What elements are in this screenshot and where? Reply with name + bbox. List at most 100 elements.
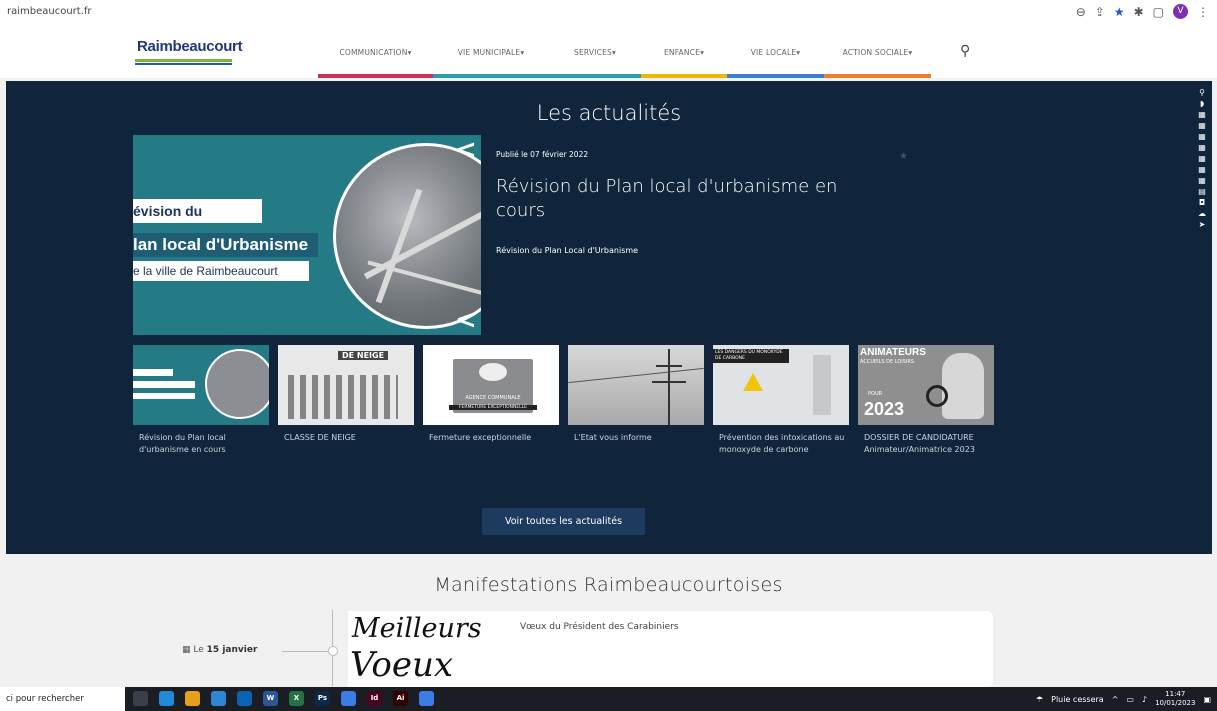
side-toolbar: ⚲ ◗ ▦ ▦ ▦ ▦ ▦ ▦ ▦ ▤ ◘ ☁ ➤ [1195, 88, 1209, 230]
event-date-value: 15 janvier [206, 645, 258, 655]
network-icon[interactable]: ▭ [1126, 695, 1134, 704]
site-logo[interactable]: Raimbeaucourt [135, 34, 243, 66]
search-icon[interactable]: ⚲ [960, 43, 970, 59]
taskbar-app-icon[interactable] [237, 691, 252, 706]
news-item-caption: Prévention des intoxications au monoxyde… [719, 433, 845, 454]
news-item-image-text: DE NEIGE [338, 351, 389, 360]
calendar-icon[interactable]: ▦ [1195, 165, 1209, 175]
taskbar-app-icon[interactable] [211, 691, 226, 706]
site-header: Raimbeaucourt COMMUNICATION ▾ VIE MUNICIP… [0, 26, 1217, 78]
volume-icon[interactable]: ♪ [1142, 695, 1147, 704]
caret-down-icon: ▾ [407, 47, 412, 57]
taskbar-app-icon[interactable]: Id [367, 691, 382, 706]
timeline-dot [328, 646, 338, 656]
menu-dots-icon[interactable]: ⋮ [1197, 5, 1209, 19]
share-icon[interactable]: ⇪ [1095, 5, 1105, 19]
taskbar-app-icon[interactable] [341, 691, 356, 706]
clock[interactable]: 11:47 10/01/2023 [1155, 690, 1195, 708]
taskbar-app-icon[interactable] [133, 691, 148, 706]
taskbar-app-icon[interactable]: W [263, 691, 278, 706]
taskbar-app-icon[interactable] [185, 691, 200, 706]
search-icon[interactable]: ⚲ [1195, 88, 1209, 98]
nav-item[interactable]: ENFANCE ▾ [641, 26, 727, 78]
taskbar-app-icon[interactable]: Ps [315, 691, 330, 706]
nav-item-label: ENFANCE [663, 47, 701, 57]
zoom-icon[interactable]: ⊖ [1076, 5, 1086, 19]
nav-item-label: VIE LOCALE [750, 47, 797, 57]
weather-icon[interactable]: ☂ [1036, 695, 1043, 704]
logo-blue-stripe [135, 63, 232, 65]
nav-item-label: ACTION SOCIALE [842, 47, 909, 57]
aerial-photo [333, 143, 481, 329]
nav-item[interactable]: SERVICES ▾ [549, 26, 641, 78]
logo-green-stripe [135, 59, 232, 62]
browser-actions: ⊖ ⇪ ★ ✱ ▢ V ⋮ [1076, 4, 1209, 19]
news-item[interactable]: LES DANGERS DU MONOXYDE DE CARBONE Préve… [713, 345, 849, 456]
nav-item[interactable]: COMMUNICATION ▾ [318, 26, 433, 78]
address-bar[interactable]: raimbeaucourt.fr [7, 6, 92, 17]
featured-image-line3: e la ville de Raimbeaucourt [133, 261, 309, 281]
calendar-icon[interactable]: ▦ [1195, 176, 1209, 186]
nav-item[interactable]: VIE LOCALE ▾ [727, 26, 824, 78]
calendar-icon[interactable]: ▦ [1195, 110, 1209, 120]
taskbar-app-icon[interactable]: X [289, 691, 304, 706]
nav-item[interactable]: VIE MUNICIPALE ▾ [433, 26, 549, 78]
cloud-icon[interactable]: ☁ [1195, 209, 1209, 219]
nav-item-label: SERVICES [574, 47, 612, 57]
news-item-image: AGENCE COMMUNALE FERMETURE EXCEPTIONNELL… [423, 345, 559, 425]
caret-down-icon: ▾ [520, 47, 525, 57]
news-item[interactable]: Révision du Plan local d'urbanisme en co… [133, 345, 269, 456]
news-item[interactable]: DE NEIGE CLASSE DE NEIGE [278, 345, 414, 444]
sidepanel-icon[interactable]: ▢ [1153, 5, 1164, 19]
nav-item-color-bar [433, 74, 549, 78]
news-item-image-text: 2023 [864, 399, 905, 419]
notification-icon[interactable]: ▣ [1203, 695, 1211, 704]
bookmark-star-icon[interactable]: ★ [1114, 5, 1125, 19]
news-item-image [568, 345, 704, 425]
taskbar-search-input[interactable]: ci pour rechercher [0, 687, 125, 711]
news-item[interactable]: L'Etat vous informe [568, 345, 704, 444]
chevron-up-icon[interactable]: ^ [1112, 695, 1119, 704]
news-item-caption: Fermeture exceptionnelle [429, 433, 532, 442]
clock-date: 10/01/2023 [1155, 699, 1196, 707]
calendar-icon[interactable]: ▦ [1195, 121, 1209, 131]
send-icon[interactable]: ➤ [1195, 220, 1209, 230]
news-title: Les actualités [536, 101, 682, 125]
document-icon[interactable]: ▤ [1195, 187, 1209, 197]
chevron-decoration: < [455, 305, 477, 335]
taskbar-app-icon[interactable]: Ai [393, 691, 408, 706]
weather-text[interactable]: Pluie cessera [1051, 695, 1104, 704]
featured-summary: Révision du Plan Local d'Urbanisme [496, 246, 639, 255]
news-item-caption: Révision du Plan local d'urbanisme en co… [139, 433, 226, 454]
calendar-icon[interactable]: ▦ [1195, 154, 1209, 164]
rss-icon[interactable]: ◗ [1195, 99, 1209, 109]
nav-item[interactable]: ACTION SOCIALE ▾ [824, 26, 931, 78]
nav-item-color-bar [824, 74, 931, 78]
news-item-image-text: AGENCE COMMUNALE [465, 395, 521, 401]
taskbar-apps: W X Ps Id Ai [133, 691, 434, 706]
news-item[interactable]: ANIMATEURS ACCUEILS DE LOISIRS POUR 2023… [858, 345, 994, 456]
featured-headline[interactable]: Révision du Plan local d'urbanisme en co… [496, 175, 886, 223]
nav-item-label: VIE MUNICIPALE [457, 47, 521, 57]
view-all-news-button[interactable]: Voir toutes les actualités [482, 508, 645, 535]
event-card[interactable]: Meilleurs Voeux Vœux du Président des Ca… [348, 611, 993, 687]
profile-avatar[interactable]: V [1173, 4, 1188, 19]
event-title[interactable]: Vœux du Président des Carabiniers [520, 622, 679, 632]
news-item-caption: DOSSIER DE CANDIDATURE Animateur/Animatr… [864, 433, 975, 454]
taskbar-app-icon[interactable] [159, 691, 174, 706]
taskbar-app-icon[interactable] [419, 691, 434, 706]
news-item-image-text: FERMETURE EXCEPTIONNELLE [449, 405, 537, 410]
nav-item-label: COMMUNICATION [339, 47, 408, 57]
caret-down-icon: ▾ [612, 47, 616, 57]
news-item-image-text: ANIMATEURS [860, 347, 926, 358]
featured-news-image[interactable]: < < évision du lan local d'Urbanisme e l… [133, 135, 481, 335]
news-item[interactable]: AGENCE COMMUNALE FERMETURE EXCEPTIONNELL… [423, 345, 559, 444]
calendar-icon[interactable]: ▦ [1195, 132, 1209, 142]
camera-icon[interactable]: ◘ [1195, 198, 1209, 208]
chevron-decoration: < [455, 135, 477, 165]
calendar-icon[interactable]: ▦ [1195, 143, 1209, 153]
event-image-text1: Meilleurs [352, 613, 482, 644]
extensions-icon[interactable]: ✱ [1134, 5, 1144, 19]
nav-item-color-bar [549, 74, 641, 78]
star-icon: ★ [899, 151, 908, 162]
